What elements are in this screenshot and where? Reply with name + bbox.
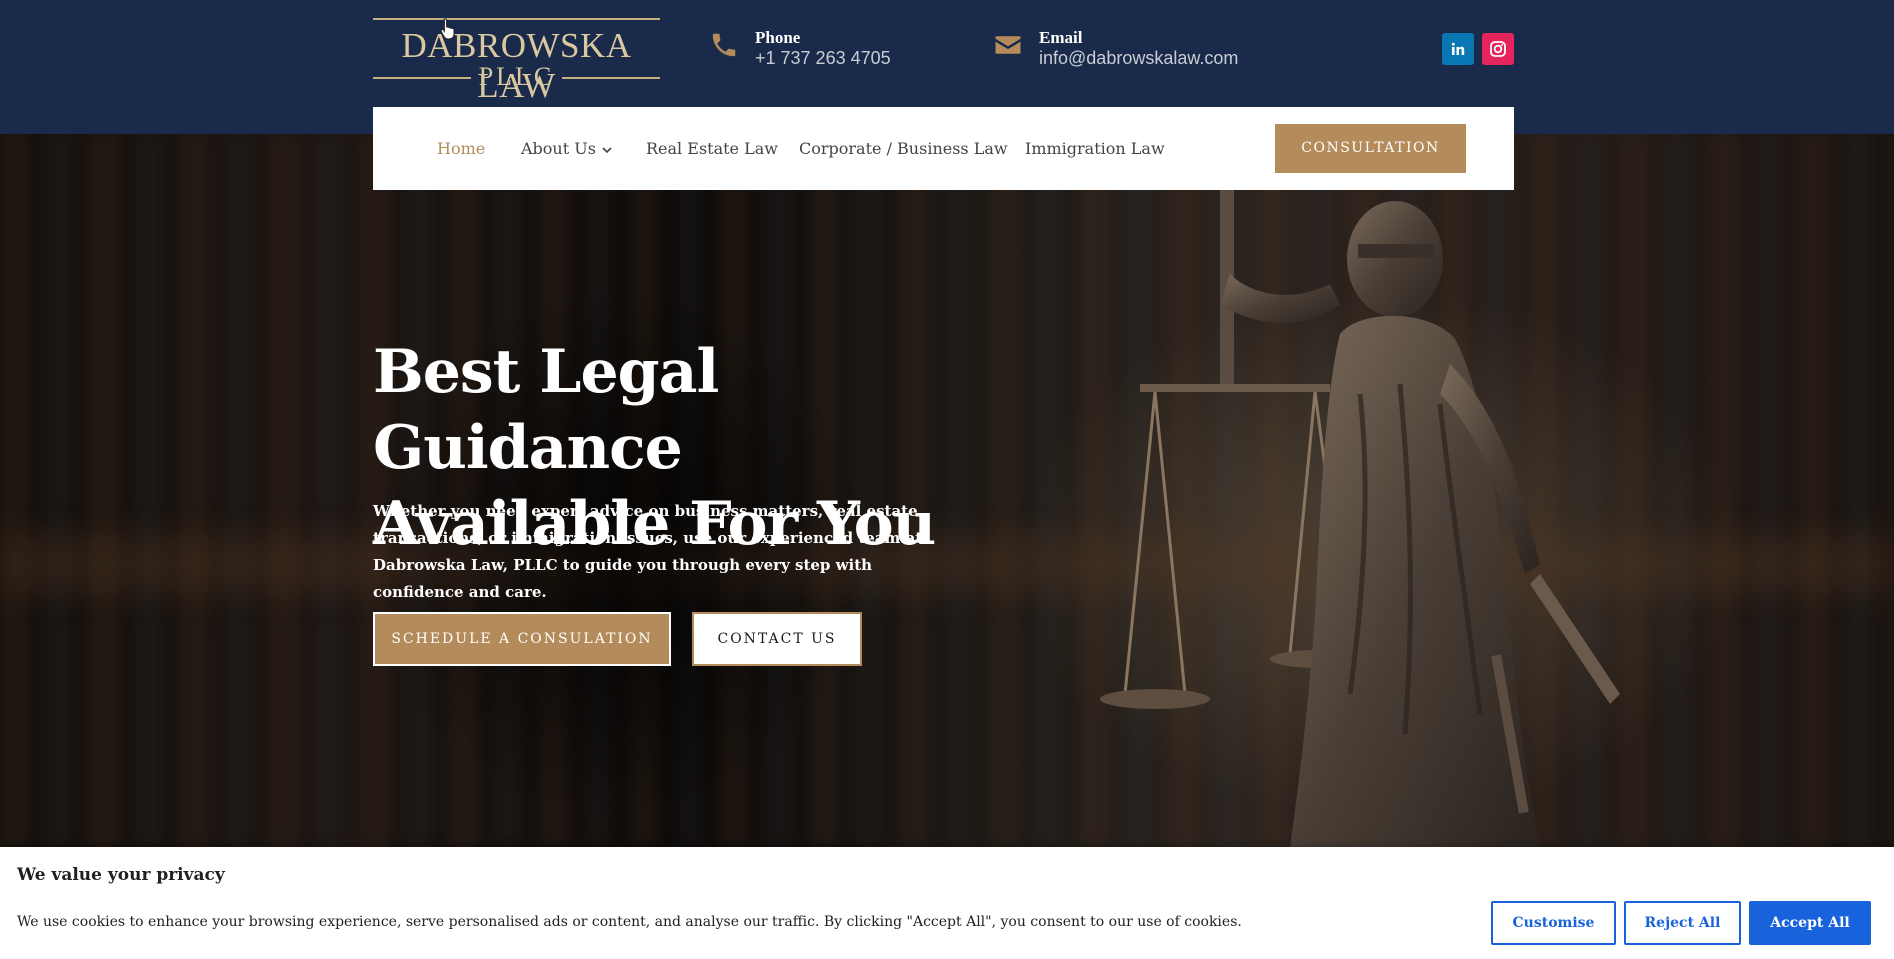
logo[interactable]: DABROWSKA LAW PLLC: [373, 18, 660, 105]
consultation-button[interactable]: CONSULTATION: [1275, 124, 1466, 173]
instagram-icon[interactable]: [1482, 33, 1514, 65]
linkedin-glyph: [1451, 42, 1465, 55]
reject-all-button[interactable]: Reject All: [1624, 901, 1741, 945]
lady-justice-statue: [1100, 134, 1620, 847]
email-contact[interactable]: Email info@dabrowskalaw.com: [993, 28, 1253, 78]
cookie-title: We value your privacy: [17, 865, 225, 885]
nav-item-immigration-law[interactable]: Immigration Law: [1025, 139, 1165, 158]
linkedin-icon[interactable]: [1442, 33, 1474, 65]
chevron-down-icon: [602, 146, 612, 153]
main-nav: Home About Us Real Estate Law Corporate …: [373, 107, 1514, 190]
email-value[interactable]: info@dabrowskalaw.com: [1039, 48, 1238, 69]
nav-item-about-us[interactable]: About Us: [521, 139, 612, 158]
nav-item-corporate-business-law[interactable]: Corporate / Business Law: [799, 139, 1008, 158]
contact-us-button[interactable]: CONTACT US: [692, 612, 862, 666]
logo-rule: [373, 18, 660, 20]
nav-item-real-estate-law[interactable]: Real Estate Law: [646, 139, 778, 158]
envelope-icon: [995, 36, 1021, 54]
phone-label: Phone: [755, 28, 801, 47]
phone-contact[interactable]: Phone +1 737 263 4705: [709, 28, 929, 78]
nav-item-home[interactable]: Home: [437, 139, 485, 158]
instagram-glyph: [1490, 41, 1506, 57]
phone-value[interactable]: +1 737 263 4705: [755, 48, 891, 69]
email-label: Email: [1039, 28, 1083, 47]
schedule-consultation-button[interactable]: SCHEDULE A CONSULATION: [373, 612, 671, 666]
logo-rule-right: [562, 77, 660, 79]
cookie-consent-banner: We value your privacy We use cookies to …: [0, 847, 1894, 959]
cookie-text: We use cookies to enhance your browsing …: [17, 914, 1242, 930]
hero-section: Best Legal Guidance Available For You Wh…: [0, 134, 1894, 847]
customise-button[interactable]: Customise: [1491, 901, 1616, 945]
phone-icon: [712, 33, 736, 57]
hero-description: Whether you need expert advice on busine…: [373, 502, 923, 601]
nav-item-about-label: About Us: [521, 139, 596, 158]
hand-cursor-icon: [440, 18, 455, 40]
hero-title-line1: Best Legal Guidance: [373, 337, 719, 483]
accept-all-button[interactable]: Accept All: [1749, 901, 1871, 945]
